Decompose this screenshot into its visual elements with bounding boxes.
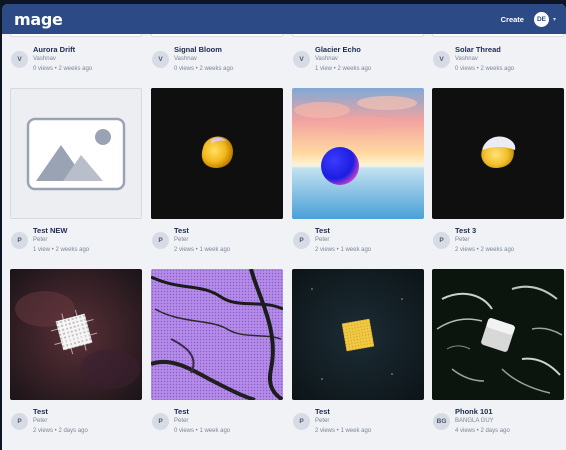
card-author[interactable]: Vashnav — [455, 56, 478, 62]
purple-swirl-preview — [151, 269, 283, 400]
card-stats: 1 view • 2 weeks ago — [315, 66, 372, 72]
card-title[interactable]: Signal Bloom — [174, 45, 222, 54]
card-author[interactable]: Peter — [455, 237, 469, 243]
video-thumbnail[interactable] — [10, 269, 142, 400]
card-author[interactable]: Peter — [315, 418, 329, 424]
user-avatar[interactable]: DE — [533, 11, 549, 27]
author-avatar[interactable]: P — [152, 232, 169, 249]
author-avatar[interactable]: V — [433, 51, 450, 68]
card-title[interactable]: Solar Thread — [455, 45, 501, 54]
video-thumbnail[interactable] — [432, 269, 564, 400]
video-thumbnail[interactable] — [292, 88, 424, 219]
video-thumbnail[interactable] — [292, 269, 424, 400]
card-title[interactable]: Test — [33, 407, 48, 416]
card-title[interactable]: Test — [315, 407, 330, 416]
card-stats: 1 view • 2 weeks ago — [33, 247, 90, 253]
frosted-blob-preview — [432, 88, 564, 219]
card-title[interactable]: Phonk 101 — [455, 407, 493, 416]
card-meta: P Test Peter 2 views • 1 week ago — [292, 407, 424, 450]
card-stats: 2 views • 1 week ago — [315, 428, 372, 434]
card-meta: BG Phonk 101 BANGLA GUY 4 views • 2 days… — [432, 407, 564, 450]
card-title[interactable]: Aurora Drift — [33, 45, 75, 54]
card-author[interactable]: Peter — [174, 418, 188, 424]
card-author[interactable]: BANGLA GUY — [455, 418, 494, 424]
card-author[interactable]: Peter — [33, 418, 47, 424]
card-author[interactable]: Vashnav — [174, 56, 197, 62]
video-thumbnail[interactable] — [10, 88, 142, 219]
author-avatar[interactable]: P — [293, 232, 310, 249]
thumbnail-grid: V Aurora Drift Vashnav 0 views • 2 weeks… — [2, 4, 566, 450]
card-title[interactable]: Test — [315, 226, 330, 235]
video-thumbnail[interactable] — [151, 88, 283, 219]
card-meta: P Test Peter 0 views • 1 week ago — [151, 407, 283, 450]
card-stats: 0 views • 2 weeks ago — [455, 66, 515, 72]
author-avatar[interactable]: BG — [433, 413, 450, 430]
card-stats: 0 views • 2 weeks ago — [174, 66, 234, 72]
card-stats: 2 views • 1 week ago — [174, 247, 231, 253]
author-avatar[interactable]: V — [152, 51, 169, 68]
golden-square-preview — [292, 269, 424, 400]
video-thumbnail[interactable] — [151, 269, 283, 400]
mage-logo[interactable]: mage — [14, 10, 63, 29]
card-author[interactable]: Peter — [33, 237, 47, 243]
create-button[interactable]: Create — [501, 15, 524, 24]
card-author[interactable]: Vashnav — [33, 56, 56, 62]
card-title[interactable]: Test 3 — [455, 226, 476, 235]
app-window: V Aurora Drift Vashnav 0 views • 2 weeks… — [2, 4, 566, 450]
card-stats: 2 views • 2 weeks ago — [455, 247, 515, 253]
card-stats: 0 views • 2 weeks ago — [33, 66, 93, 72]
card-stats: 4 views • 2 days ago — [455, 428, 510, 434]
card-stats: 0 views • 1 week ago — [174, 428, 231, 434]
top-navigation-bar: mage Create DE ▾ — [2, 4, 566, 34]
card-stats: 2 views • 1 week ago — [315, 247, 372, 253]
cube-streaks-preview — [432, 269, 564, 400]
yellow-blob-preview — [151, 88, 283, 219]
author-avatar[interactable]: P — [152, 413, 169, 430]
author-avatar[interactable]: P — [11, 413, 28, 430]
card-title[interactable]: Test NEW — [33, 226, 67, 235]
card-meta: P Test Peter 2 views • 2 days ago — [10, 407, 142, 450]
author-avatar[interactable]: P — [11, 232, 28, 249]
chevron-down-icon[interactable]: ▾ — [553, 16, 556, 23]
author-avatar[interactable]: V — [293, 51, 310, 68]
sunset-sphere-preview — [292, 88, 424, 219]
placeholder-image-icon — [26, 117, 126, 191]
author-avatar[interactable]: P — [293, 413, 310, 430]
glowing-grid-preview — [10, 269, 142, 400]
card-title[interactable]: Test — [174, 407, 189, 416]
video-thumbnail[interactable] — [432, 88, 564, 219]
card-author[interactable]: Peter — [315, 237, 329, 243]
author-avatar[interactable]: V — [11, 51, 28, 68]
card-title[interactable]: Test — [174, 226, 189, 235]
author-avatar[interactable]: P — [433, 232, 450, 249]
card-title[interactable]: Glacier Echo — [315, 45, 361, 54]
card-stats: 2 views • 2 days ago — [33, 428, 88, 434]
card-author[interactable]: Peter — [174, 237, 188, 243]
card-author[interactable]: Vashnav — [315, 56, 338, 62]
